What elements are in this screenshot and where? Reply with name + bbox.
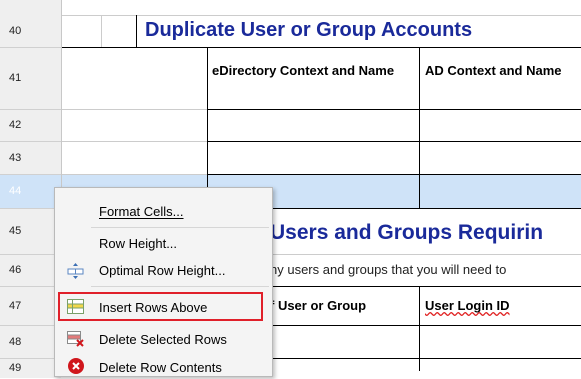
- row-number: 41: [9, 72, 22, 84]
- row-header-42[interactable]: 42: [0, 109, 61, 141]
- row-number: 43: [9, 151, 22, 164]
- menu-separator: [91, 286, 269, 287]
- row-header-40[interactable]: 40: [0, 15, 61, 47]
- menu-item-delete-selected-rows[interactable]: Delete Selected Rows: [99, 332, 227, 347]
- row-number: 42: [9, 119, 22, 131]
- menu-item-label: Delete Selected Rows: [99, 332, 227, 347]
- delete-rows-icon: [67, 331, 84, 347]
- row-header-44[interactable]: 44: [0, 174, 61, 208]
- row-header-45[interactable]: 45: [0, 208, 61, 254]
- row-header-46[interactable]: 46: [0, 254, 61, 286]
- row-header-43[interactable]: 43: [0, 141, 61, 174]
- row-header-48[interactable]: 48: [0, 325, 61, 358]
- menu-item-label: Format Cells...: [99, 204, 184, 219]
- row-number: 44: [9, 185, 22, 197]
- row-header-49[interactable]: 49: [0, 358, 61, 378]
- menu-item-format-cells[interactable]: Format Cells...: [99, 204, 184, 219]
- column-header-user-login: User Login ID: [425, 298, 510, 313]
- row-number: 45: [9, 225, 22, 237]
- row-number: 47: [9, 299, 22, 312]
- section-title-users-groups: Users and Groups Requirin: [270, 221, 544, 244]
- optimal-row-height-icon: [67, 263, 85, 279]
- menu-item-label-insert-rows-above: Insert Rows Above: [99, 300, 208, 315]
- row-context-menu: Format Cells... Row Height... Optimal Ro…: [54, 187, 273, 377]
- menu-item-label: Row Height...: [99, 236, 178, 251]
- menu-separator: [91, 227, 269, 228]
- column-header-edirectory: eDirectory Context and Name: [212, 63, 395, 78]
- row-number: 46: [9, 264, 22, 276]
- section-title-duplicate-accounts: Duplicate User or Group Accounts: [145, 19, 473, 41]
- row-number: 40: [9, 25, 22, 37]
- menu-item-delete-row-contents[interactable]: Delete Row Contents: [99, 360, 222, 375]
- menu-item-optimal-row-height[interactable]: Optimal Row Height...: [99, 263, 225, 278]
- row-header-47[interactable]: 47: [0, 286, 61, 325]
- menu-item-row-height[interactable]: Row Height...: [99, 236, 177, 251]
- delete-row-contents-icon: [68, 358, 84, 374]
- insert-rows-above-icon: [67, 299, 84, 314]
- row-header-41[interactable]: 41: [0, 47, 61, 109]
- user-login-text: User Login ID: [425, 298, 510, 313]
- row-number: 49: [9, 362, 22, 374]
- column-header-ad: AD Context and Name: [425, 63, 562, 78]
- section-description: ny users and groups that you will need t…: [270, 262, 507, 277]
- menu-item-label: Optimal Row Height...: [99, 263, 226, 278]
- row-number: 48: [9, 335, 22, 348]
- column-header-user-or-group: f User or Group: [270, 298, 367, 313]
- menu-item-label: Delete Row Contents: [99, 360, 222, 375]
